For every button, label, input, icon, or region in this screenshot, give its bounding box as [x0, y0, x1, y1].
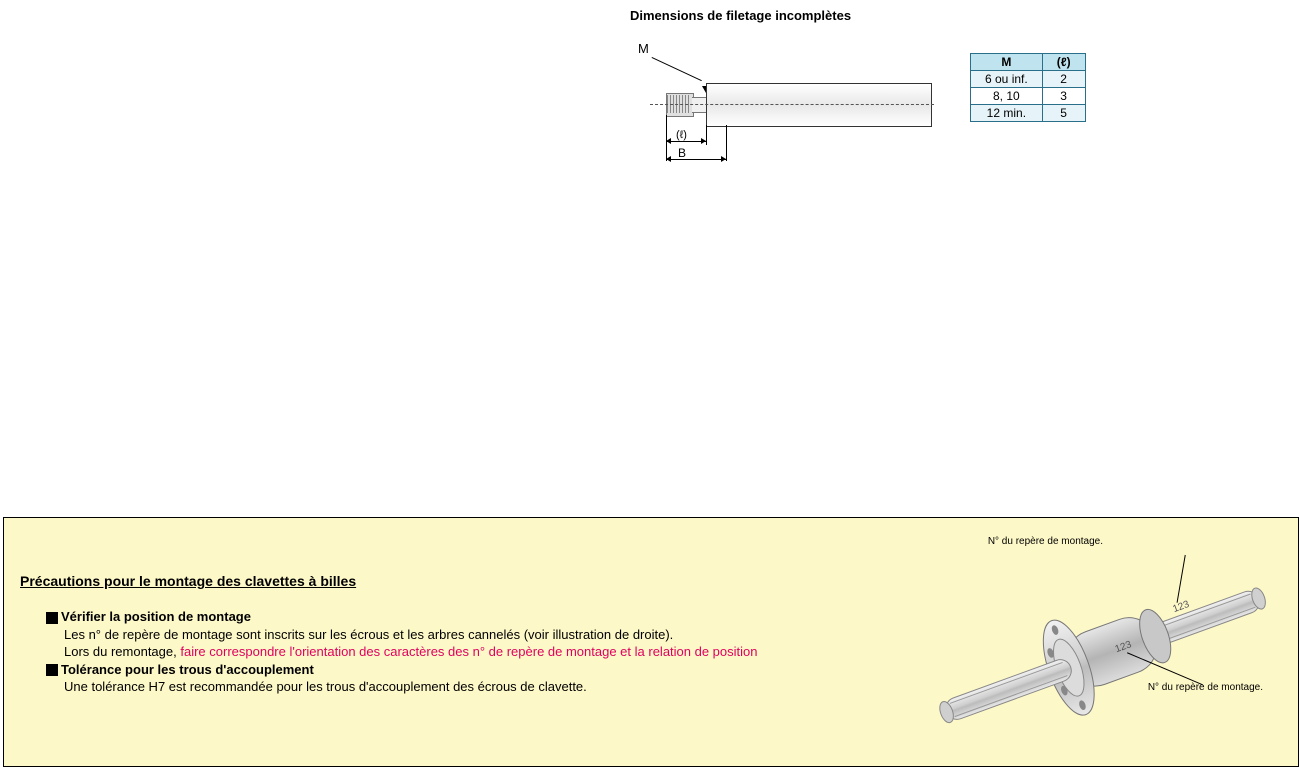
- table-row: 8, 10 3: [971, 88, 1086, 105]
- dim-label-b: B: [678, 146, 686, 160]
- dim-label-e: (ℓ): [676, 129, 687, 141]
- dim-e-arrow-right: [701, 138, 706, 144]
- item1-line2b: faire correspondre l'orientation des car…: [180, 644, 757, 659]
- cell-e: 3: [1042, 88, 1085, 105]
- cell-m: 6 ou inf.: [971, 71, 1043, 88]
- table-header-row: M (ℓ): [971, 54, 1086, 71]
- th-m: M: [971, 54, 1043, 71]
- precaution-box: Précautions pour le montage des clavette…: [3, 517, 1299, 767]
- cell-m: 12 min.: [971, 105, 1043, 122]
- dim-b-arrow-left: [666, 156, 671, 162]
- incomplete-thread-section: Dimensions de filetage incomplètes M (ℓ)…: [630, 8, 1290, 161]
- ext-line-3: [726, 125, 727, 161]
- ball-spline-isometric-illustration: 123 123: [926, 548, 1286, 758]
- table-row: 6 ou inf. 2: [971, 71, 1086, 88]
- ext-line-2: [706, 125, 707, 145]
- label-m: M: [638, 41, 649, 56]
- dim-line-b: [666, 159, 726, 160]
- bullet-square-icon: [46, 612, 58, 624]
- thread-dimension-table: M (ℓ) 6 ou inf. 2 8, 10 3 12 min. 5: [970, 53, 1086, 122]
- cell-m: 8, 10: [971, 88, 1043, 105]
- item1-title: Vérifier la position de montage: [61, 609, 251, 624]
- shaft-end-diagram: M (ℓ) B: [630, 41, 930, 161]
- cell-e: 5: [1042, 105, 1085, 122]
- dim-e-arrow-left: [666, 138, 671, 144]
- table-row: 12 min. 5: [971, 105, 1086, 122]
- main-shaft-body: [706, 83, 932, 127]
- item1-line2a: Lors du remontage,: [64, 644, 180, 659]
- relief-neck: [692, 97, 706, 113]
- cell-e: 2: [1042, 71, 1085, 88]
- section-title: Dimensions de filetage incomplètes: [630, 8, 1290, 23]
- centerline: [650, 104, 934, 105]
- dim-b-arrow-right: [721, 156, 726, 162]
- caption-top: N° du repère de montage.: [988, 536, 1103, 547]
- bullet-square-icon: [46, 664, 58, 676]
- item2-title: Tolérance pour les trous d'accouplement: [61, 662, 314, 677]
- dim-line-e: [666, 141, 706, 142]
- diagram-and-table-row: M (ℓ) B M (ℓ) 6 ou in: [630, 41, 1290, 161]
- th-e: (ℓ): [1042, 54, 1085, 71]
- precaution-title: Précautions pour le montage des clavette…: [20, 573, 356, 589]
